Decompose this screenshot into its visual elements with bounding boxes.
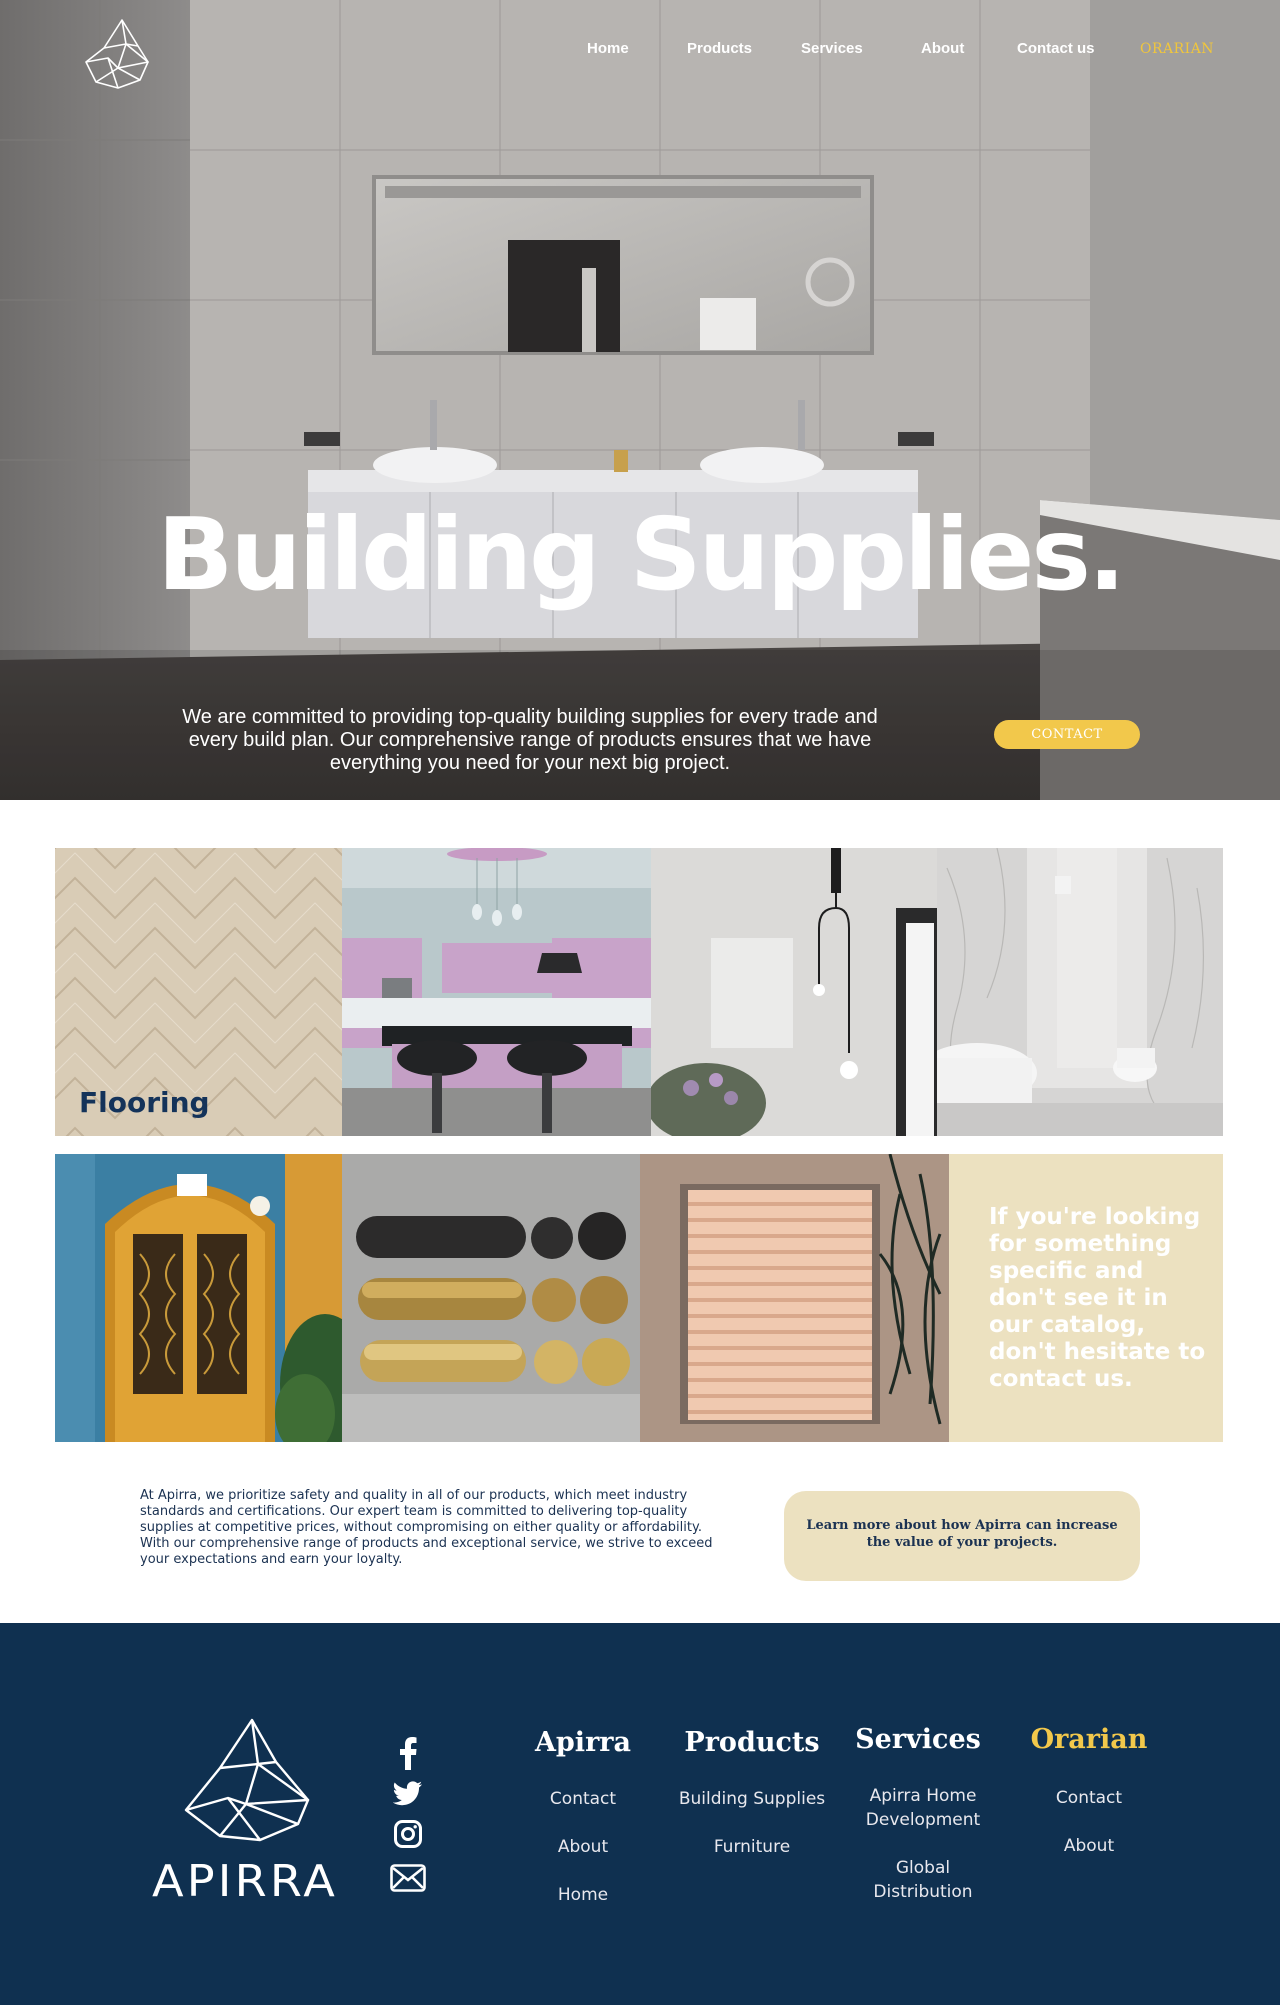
link-line: Development — [865, 1810, 981, 1830]
contact-button[interactable]: CONTACT — [994, 720, 1140, 749]
learn-more-line: Learn more about how Apirra can increase — [806, 1518, 1118, 1533]
twitter-icon[interactable] — [388, 1776, 428, 1812]
info-line: With our comprehensive range of products… — [140, 1536, 713, 1551]
cta-line: specific and — [989, 1258, 1144, 1284]
window-blinds-tile[interactable] — [640, 1154, 949, 1442]
door-tile[interactable] — [55, 1154, 342, 1442]
flooring-label: Flooring — [79, 1086, 210, 1119]
cabinet-handles-image — [342, 1154, 640, 1442]
nav-products[interactable]: Products — [687, 40, 752, 57]
pendant-light-image — [651, 848, 937, 1136]
learn-more-button[interactable]: Learn more about how Apirra can increase… — [784, 1491, 1140, 1581]
ornate-door-image — [55, 1154, 342, 1442]
footer-link-furniture[interactable]: Furniture — [668, 1835, 836, 1859]
nav-home[interactable]: Home — [587, 40, 629, 57]
facebook-icon[interactable] — [388, 1735, 428, 1771]
hero-bathroom-photo — [0, 0, 1280, 800]
footer-link-orarian-contact[interactable]: Contact — [1029, 1786, 1149, 1810]
footer-col-title-products: Products — [684, 1727, 820, 1758]
cta-line: our catalog, — [989, 1312, 1146, 1338]
catalog-cta-text: If you're looking for something specific… — [989, 1204, 1223, 1393]
main-nav: Home Products Services About Contact us … — [0, 40, 1280, 64]
hero-description: We are committed to providing top-qualit… — [160, 706, 900, 775]
footer-link-home[interactable]: Home — [523, 1883, 643, 1907]
nav-brand-orarian[interactable]: ORARIAN — [1140, 41, 1214, 57]
hero-description-line: every build plan. Our comprehensive rang… — [188, 729, 872, 751]
instagram-icon[interactable] — [388, 1816, 428, 1852]
catalog-cta-tile[interactable]: If you're looking for something specific… — [949, 1154, 1223, 1442]
cta-line: don't see it in — [989, 1285, 1168, 1311]
footer-link-building-supplies[interactable]: Building Supplies — [668, 1787, 836, 1811]
hero-description-line: We are committed to providing top-qualit… — [182, 706, 878, 728]
site-footer: APIRRA Apirra Contact About Home Product… — [0, 1623, 1280, 2005]
pendant-light-tile[interactable] — [651, 848, 937, 1136]
footer-link-about[interactable]: About — [523, 1835, 643, 1859]
hero-title: Building Supplies. — [157, 496, 1126, 613]
link-line: Distribution — [873, 1882, 973, 1902]
info-line: At Apirra, we prioritize safety and qual… — [140, 1488, 688, 1503]
footer-link-contact[interactable]: Contact — [523, 1787, 643, 1811]
about-quality-text: At Apirra, we prioritize safety and qual… — [140, 1488, 725, 1568]
footer-col-title-apirra: Apirra — [534, 1727, 632, 1758]
hero-section: Home Products Services About Contact us … — [0, 0, 1280, 800]
nav-contact-us[interactable]: Contact us — [1017, 40, 1095, 57]
info-line: your expectations and earn your loyalty. — [140, 1552, 403, 1567]
footer-link-apirra-home-development[interactable]: Apirra Home Development — [848, 1784, 998, 1832]
marble-bathroom-image — [937, 848, 1223, 1136]
marble-bathroom-tile[interactable] — [937, 848, 1223, 1136]
cta-line: don't hesitate to — [989, 1339, 1206, 1365]
nav-about[interactable]: About — [921, 40, 964, 57]
hero-description-line: everything you need for your next big pr… — [329, 752, 731, 774]
cta-line: contact us. — [989, 1366, 1133, 1392]
window-blinds-image — [640, 1154, 949, 1442]
kitchen-image — [342, 848, 651, 1136]
info-line: standards and certifications. Our expert… — [140, 1504, 688, 1519]
info-line: supplies at competitive prices, without … — [140, 1520, 702, 1535]
learn-more-line: the value of your projects. — [866, 1535, 1058, 1550]
cta-line: If you're looking — [989, 1204, 1201, 1230]
footer-col-title-orarian: Orarian — [1030, 1724, 1148, 1755]
apirra-logo-icon — [184, 1718, 310, 1842]
flooring-tile[interactable]: Flooring — [55, 848, 342, 1136]
apirra-footer-logo[interactable]: APIRRA — [150, 1718, 340, 1908]
footer-link-global-distribution[interactable]: Global Distribution — [848, 1856, 998, 1904]
apirra-wordmark: APIRRA — [152, 1856, 338, 1907]
kitchen-tile[interactable] — [342, 848, 651, 1136]
link-line: Apirra Home — [869, 1786, 977, 1806]
footer-link-orarian-about[interactable]: About — [1029, 1834, 1149, 1858]
cta-line: for something — [989, 1231, 1172, 1257]
nav-services[interactable]: Services — [801, 40, 863, 57]
cabinet-handles-tile[interactable] — [342, 1154, 640, 1442]
footer-col-title-services: Services — [855, 1724, 981, 1755]
mail-icon[interactable] — [388, 1860, 428, 1896]
link-line: Global — [895, 1858, 951, 1878]
